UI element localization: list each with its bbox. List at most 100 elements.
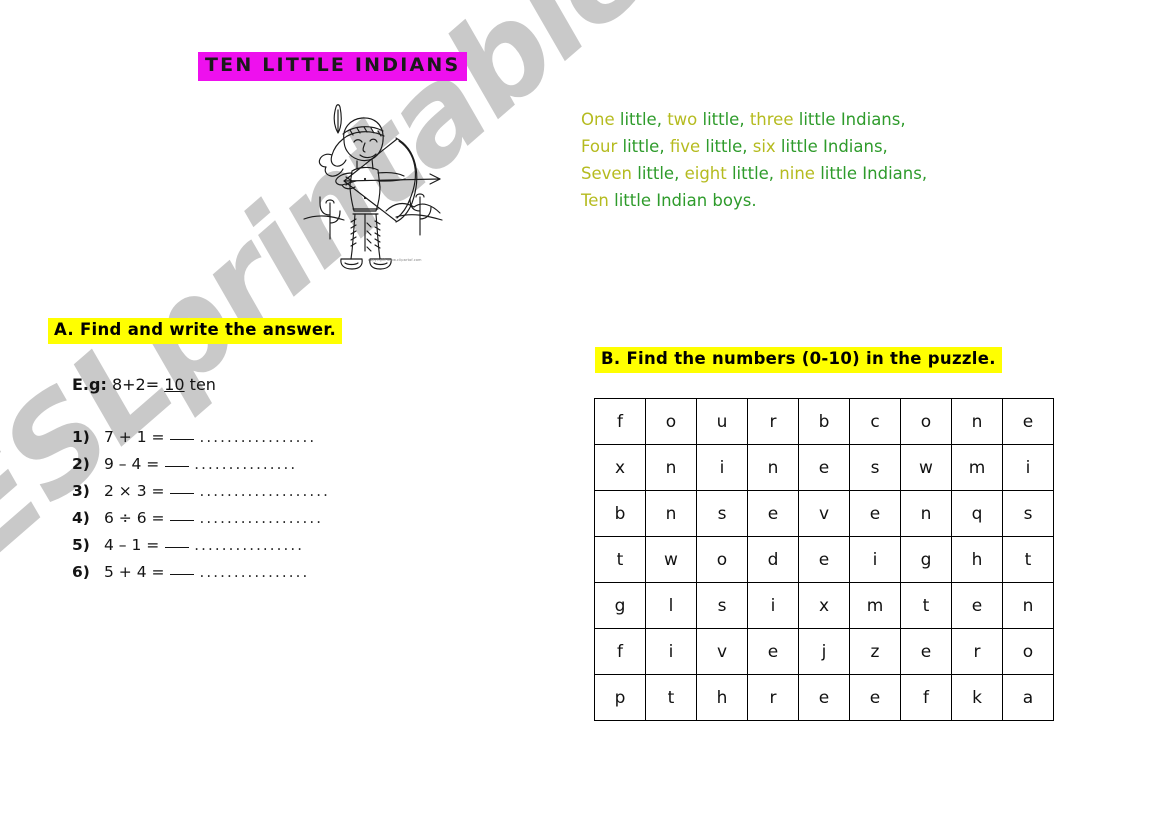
exercise-answer-blank[interactable] [170, 493, 195, 494]
word-search-cell[interactable]: e [849, 490, 901, 537]
word-search-cell[interactable]: r [747, 674, 799, 721]
word-search-cell[interactable]: x [798, 582, 850, 629]
exercise-answer-blank[interactable] [170, 520, 195, 521]
lyric-text: little Indians, [793, 110, 906, 129]
word-search-cell[interactable]: f [594, 398, 646, 445]
section-a-heading: A. Find and write the answer. [48, 318, 343, 344]
word-search-cell[interactable]: e [747, 490, 799, 537]
exercise-answer-blank[interactable] [170, 574, 195, 575]
word-search-cell[interactable]: l [645, 582, 697, 629]
lyric-number-word: nine [779, 164, 815, 183]
word-search-cell[interactable]: j [798, 628, 850, 675]
word-search-cell[interactable]: s [696, 582, 748, 629]
word-search-cell[interactable]: r [951, 628, 1003, 675]
word-search-cell[interactable]: g [900, 536, 952, 583]
word-search-row: fourbcone [594, 398, 1054, 445]
word-search-cell[interactable]: a [1002, 674, 1054, 721]
word-search-row: glsixmten [594, 582, 1054, 629]
word-search-row: xnineswmi [594, 444, 1054, 491]
word-search-cell[interactable]: i [696, 444, 748, 491]
word-search-cell[interactable]: i [849, 536, 901, 583]
word-search-cell[interactable]: d [747, 536, 799, 583]
word-search-cell[interactable]: t [900, 582, 952, 629]
exercise-dotted-line[interactable]: ................ [199, 563, 309, 581]
word-search-row: pthreefka [594, 674, 1054, 721]
exercise-dotted-line[interactable]: ................. [199, 428, 316, 446]
exercise-answer-blank[interactable] [165, 547, 190, 548]
word-search-cell[interactable]: e [849, 674, 901, 721]
lyric-text: little, [697, 110, 750, 129]
word-search-cell[interactable]: h [951, 536, 1003, 583]
word-search-cell[interactable]: q [951, 490, 1003, 537]
exercise-dotted-line[interactable]: ................ [194, 536, 304, 554]
word-search-cell[interactable]: e [951, 582, 1003, 629]
word-search-cell[interactable]: m [951, 444, 1003, 491]
word-search-cell[interactable]: p [594, 674, 646, 721]
worksheet-page: ESLprintables.com TEN LITTLE INDIANS cop… [0, 0, 1169, 821]
lyric-text: little, [632, 164, 685, 183]
word-search-cell[interactable]: s [1002, 490, 1054, 537]
word-search-grid: fourbconexnineswmibnsevenqstwodeightglsi… [594, 398, 1054, 721]
exercise-equation: 6 ÷ 6 = [104, 509, 165, 527]
word-search-cell[interactable]: w [900, 444, 952, 491]
lyric-line: Four little, five little, six little Ind… [581, 133, 927, 160]
word-search-row: fivejzero [594, 628, 1054, 675]
word-search-cell[interactable]: v [696, 628, 748, 675]
word-search-cell[interactable]: u [696, 398, 748, 445]
word-search-cell[interactable]: z [849, 628, 901, 675]
word-search-cell[interactable]: i [1002, 444, 1054, 491]
word-search-cell[interactable]: o [645, 398, 697, 445]
word-search-cell[interactable]: s [696, 490, 748, 537]
word-search-cell[interactable]: e [747, 628, 799, 675]
word-search-cell[interactable]: n [1002, 582, 1054, 629]
word-search-cell[interactable]: n [645, 444, 697, 491]
section-b-heading: B. Find the numbers (0-10) in the puzzle… [595, 347, 1002, 373]
lyric-line: One little, two little, three little Ind… [581, 106, 927, 133]
word-search-cell[interactable]: r [747, 398, 799, 445]
word-search-cell[interactable]: c [849, 398, 901, 445]
lyric-text: little, [617, 137, 670, 156]
exercise-equation: 2 × 3 = [104, 482, 165, 500]
word-search-cell[interactable]: m [849, 582, 901, 629]
word-search-cell[interactable]: b [798, 398, 850, 445]
word-search-cell[interactable]: n [951, 398, 1003, 445]
word-search-cell[interactable]: e [1002, 398, 1054, 445]
word-search-cell[interactable]: i [747, 582, 799, 629]
word-search-cell[interactable]: x [594, 444, 646, 491]
word-search-cell[interactable]: e [900, 628, 952, 675]
lyric-text: little Indians, [814, 164, 928, 183]
word-search-cell[interactable]: s [849, 444, 901, 491]
lyric-number-word: Four [581, 137, 618, 156]
exercise-answer-blank[interactable] [170, 439, 195, 440]
word-search-cell[interactable]: n [900, 490, 952, 537]
word-search-cell[interactable]: i [645, 628, 697, 675]
word-search-cell[interactable]: v [798, 490, 850, 537]
word-search-cell[interactable]: w [645, 536, 697, 583]
word-search-cell[interactable]: n [747, 444, 799, 491]
word-search-cell[interactable]: f [900, 674, 952, 721]
exercise-number: 1) [72, 428, 90, 446]
word-search-cell[interactable]: n [645, 490, 697, 537]
word-search-cell[interactable]: g [594, 582, 646, 629]
exercise-dotted-line[interactable]: ................... [199, 482, 330, 500]
word-search-cell[interactable]: e [798, 536, 850, 583]
word-search-cell[interactable]: e [798, 674, 850, 721]
word-search-cell[interactable]: o [696, 536, 748, 583]
exercise-dotted-line[interactable]: .................. [199, 509, 323, 527]
word-search-cell[interactable]: e [798, 444, 850, 491]
word-search-cell[interactable]: o [900, 398, 952, 445]
native-american-boy-illustration [300, 93, 446, 273]
word-search-cell[interactable]: b [594, 490, 646, 537]
word-search-cell[interactable]: t [1002, 536, 1054, 583]
word-search-cell[interactable]: h [696, 674, 748, 721]
word-search-cell[interactable]: k [951, 674, 1003, 721]
exercise-answer-blank[interactable] [165, 466, 190, 467]
word-search-cell[interactable]: t [645, 674, 697, 721]
word-search-cell[interactable]: t [594, 536, 646, 583]
lyric-number-word: five [669, 137, 701, 156]
word-search-cell[interactable]: f [594, 628, 646, 675]
word-search-cell[interactable]: o [1002, 628, 1054, 675]
example-answer-word: ten [189, 375, 216, 394]
exercise-dotted-line[interactable]: ............... [194, 455, 297, 473]
lyric-text: little, [614, 110, 668, 129]
